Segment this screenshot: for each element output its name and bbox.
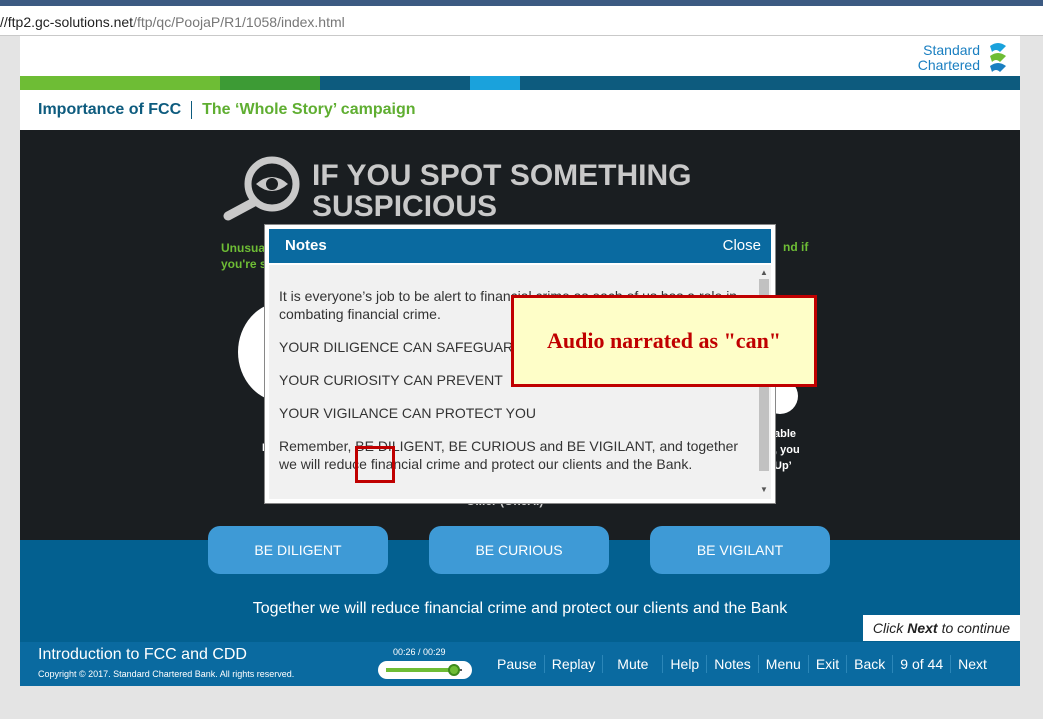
be-diligent-button[interactable]: BE DILIGENT: [208, 526, 388, 574]
progress-fill: [386, 668, 455, 672]
standard-chartered-logo: Standard Chartered: [918, 40, 1010, 76]
breadcrumb: Importance of FCC The ‘Whole Story’ camp…: [38, 101, 416, 119]
continue-suffix: to continue: [941, 620, 1011, 636]
slide-heading-line-2: SUSPICIOUS: [312, 190, 498, 223]
continue-prefix: Click: [872, 620, 904, 636]
time-display: 00:26 / 00:29: [393, 647, 446, 657]
notes-paragraph-4: YOUR VIGILANCE CAN PROTECT YOU: [279, 405, 536, 421]
annotation-highlight-box: [355, 446, 395, 483]
brand-stripe: [20, 76, 1020, 90]
page-counter: 9 of 44: [892, 655, 950, 673]
url-host: //ftp2.gc-solutions.net: [0, 14, 134, 30]
breadcrumb-divider: [191, 101, 193, 119]
progress-knob[interactable]: [448, 664, 461, 676]
next-button[interactable]: Next: [950, 655, 994, 673]
mute-button[interactable]: Mute: [602, 655, 662, 673]
slide-heading: IF YOU SPOT SOMETHING SUSPICIOUS: [312, 160, 691, 222]
notes-button[interactable]: Notes: [706, 655, 758, 673]
breadcrumb-section: Importance of FCC: [38, 101, 182, 118]
scroll-down-arrow-icon[interactable]: ▼: [760, 485, 768, 494]
progress-slider[interactable]: [378, 661, 472, 679]
help-button[interactable]: Help: [662, 655, 706, 673]
copyright-text: Copyright © 2017. Standard Chartered Ban…: [38, 669, 295, 679]
scroll-up-arrow-icon[interactable]: ▲: [760, 268, 768, 277]
exit-button[interactable]: Exit: [807, 655, 846, 673]
logo-line-2: Chartered: [917, 57, 980, 73]
slide-white-line-3: Up’: [774, 460, 792, 472]
slide-white-text-right: able , you Up’: [774, 426, 800, 474]
logo-text: Standard Chartered: [918, 43, 980, 73]
slide-white-line-1: able: [774, 428, 797, 440]
notes-title: Notes: [285, 237, 327, 254]
be-curious-button[interactable]: BE CURIOUS: [429, 526, 609, 574]
slide-green-text-right: nd if: [783, 240, 809, 254]
continue-prompt: Click Next to continue: [863, 615, 1020, 641]
player-footer: Introduction to FCC and CDD Copyright © …: [20, 642, 1020, 686]
player-controls: Pause Replay Mute Help Notes Menu Exit B…: [490, 642, 994, 686]
pause-button[interactable]: Pause: [490, 655, 544, 673]
notes-paragraph-5: Remember, BE DILIGENT, BE CURIOUS and BE…: [279, 438, 739, 472]
logo-line-1: Standard: [923, 42, 980, 58]
menu-button[interactable]: Menu: [757, 655, 808, 673]
back-button[interactable]: Back: [846, 655, 892, 673]
annotation-callout: Audio narrated as "can": [511, 295, 817, 387]
replay-button[interactable]: Replay: [543, 655, 603, 673]
slide-white-line-2: , you: [774, 444, 800, 456]
url-path: /ftp/qc/PoojaP/R1/1058/index.html: [133, 14, 345, 30]
notes-close-button[interactable]: Close: [723, 237, 761, 254]
magnifier-eye-icon: [223, 156, 300, 221]
continue-next-word: Next: [907, 620, 938, 636]
notes-header: Notes Close: [269, 229, 771, 263]
be-vigilant-button[interactable]: BE VIGILANT: [650, 526, 830, 574]
slide-heading-line-1: IF YOU SPOT SOMETHING: [312, 159, 692, 192]
breadcrumb-topic: The ‘Whole Story’ campaign: [202, 101, 416, 118]
address-bar[interactable]: //ftp2.gc-solutions.net/ftp/qc/PoojaP/R1…: [0, 6, 1043, 36]
course-title: Introduction to FCC and CDD: [38, 646, 247, 663]
logo-swirl-icon: [990, 43, 1006, 72]
